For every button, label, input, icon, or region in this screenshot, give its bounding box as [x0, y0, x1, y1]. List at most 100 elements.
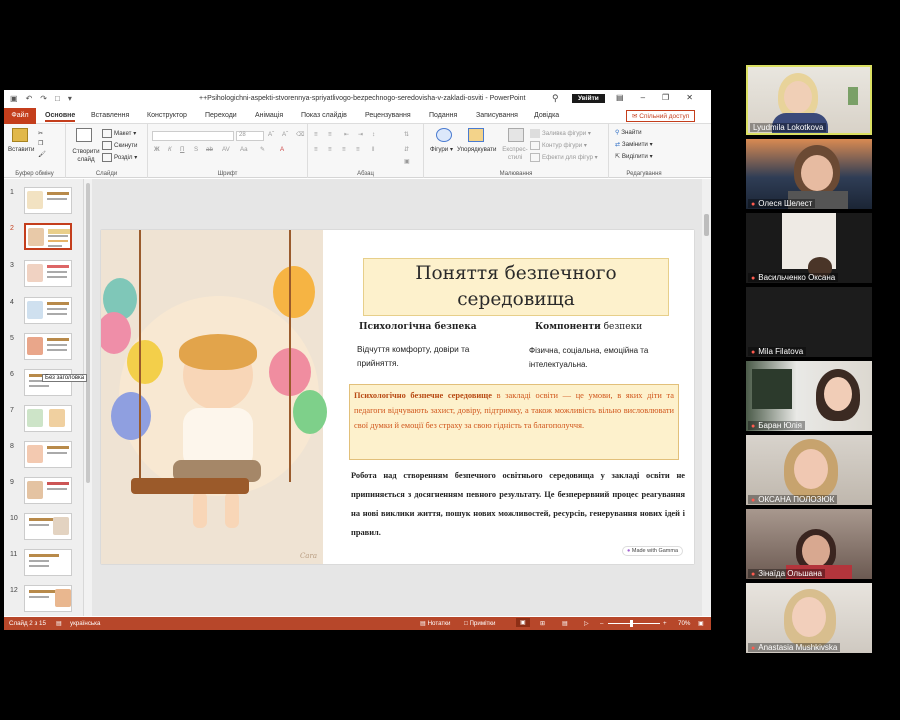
arrange-button[interactable]: Упорядкувати: [457, 146, 496, 153]
justify-icon[interactable]: ≡: [356, 146, 360, 153]
increase-font-icon[interactable]: Aˆ: [268, 131, 274, 138]
notes-button[interactable]: ▤ Нотатки: [420, 620, 450, 627]
minimize-icon[interactable]: –: [641, 93, 645, 102]
tab-animations[interactable]: Анімація: [255, 112, 283, 119]
slide-thumbnail[interactable]: 5: [8, 333, 83, 363]
current-slide[interactable]: Cara Поняття безпечного середовища Психо…: [101, 230, 694, 564]
shape-outline-button[interactable]: Контур фігури ▾: [530, 141, 587, 150]
zoom-out-icon[interactable]: –: [600, 620, 603, 627]
close-icon[interactable]: ✕: [686, 93, 693, 102]
shape-fill-button[interactable]: Заливка фігури ▾: [530, 129, 591, 138]
normal-view-icon[interactable]: ▣: [516, 618, 530, 627]
align-left-icon[interactable]: ≡: [314, 146, 318, 153]
search-icon[interactable]: ⚲: [552, 93, 559, 104]
arrange-icon[interactable]: [468, 128, 484, 142]
slideshow-icon[interactable]: ▷: [584, 620, 589, 627]
participant-tile-active[interactable]: Lyudmila Lokotkova: [746, 65, 872, 135]
columns-icon[interactable]: ‖: [372, 146, 375, 153]
find-button[interactable]: ⚲ Знайти: [615, 129, 642, 136]
tab-design[interactable]: Конструктор: [147, 112, 187, 119]
shapes-icon[interactable]: [436, 128, 452, 142]
shape-effects-button[interactable]: Ефекти для фігур ▾: [530, 153, 598, 162]
tab-review[interactable]: Рецензування: [365, 112, 411, 119]
tab-file[interactable]: Файл: [4, 108, 36, 124]
align-center-icon[interactable]: ≡: [328, 146, 332, 153]
slide-thumbnail[interactable]: 3: [8, 260, 83, 290]
save-icon[interactable]: ▣: [10, 94, 18, 103]
scrollbar-thumb[interactable]: [704, 214, 709, 236]
slide-thumbnail[interactable]: 7: [8, 405, 83, 435]
participant-tile[interactable]: ● Mila Filatova: [746, 287, 872, 357]
slide-thumbnail[interactable]: 12: [8, 585, 83, 615]
bullets-icon[interactable]: ≡: [314, 131, 318, 138]
participant-tile[interactable]: ● Олеся Шелест: [746, 139, 872, 209]
zoom-slider[interactable]: [608, 623, 660, 624]
font-color-icon[interactable]: A: [280, 146, 284, 153]
numbering-icon[interactable]: ≡: [328, 131, 332, 138]
participant-tile[interactable]: ● Anastasia Mushkivska: [746, 583, 872, 653]
tab-home[interactable]: Основне: [45, 112, 76, 122]
align-right-icon[interactable]: ≡: [342, 146, 346, 153]
participant-tile[interactable]: ● Васильченко Оксана: [746, 213, 872, 283]
participant-tile[interactable]: ● Баран Юлія: [746, 361, 872, 431]
text-direction-icon[interactable]: ⇅: [404, 131, 409, 138]
font-size-select[interactable]: 28: [236, 131, 264, 141]
highlight-icon[interactable]: ✎: [260, 146, 265, 153]
new-slide-button[interactable]: Створити слайд: [70, 148, 102, 164]
sign-in-button[interactable]: Увійти: [572, 94, 605, 103]
clear-format-icon[interactable]: ⌫: [296, 131, 305, 138]
copy-icon[interactable]: ❐: [38, 140, 44, 147]
cut-icon[interactable]: ✂: [38, 130, 43, 137]
line-spacing-icon[interactable]: ↕: [372, 131, 375, 138]
slide-title[interactable]: Поняття безпечного середовища: [363, 258, 669, 316]
slide-thumbnail[interactable]: 10: [8, 513, 83, 543]
char-spacing-icon[interactable]: AV: [222, 146, 230, 153]
tab-transitions[interactable]: Переходи: [205, 112, 237, 119]
slide-thumbnail[interactable]: 9: [8, 477, 83, 507]
shadow-icon[interactable]: S: [194, 146, 198, 153]
quick-styles-button[interactable]: Експрес-стилі: [502, 146, 528, 162]
share-button[interactable]: ✉ Спільний доступ: [626, 110, 696, 122]
fit-to-window-icon[interactable]: ▣: [698, 620, 704, 627]
scrollbar-thumb[interactable]: [86, 183, 90, 483]
tab-view[interactable]: Подання: [429, 112, 457, 119]
tab-insert[interactable]: Вставлення: [91, 112, 129, 119]
slide-thumbnail[interactable]: 11: [8, 549, 83, 579]
tab-help[interactable]: Довідка: [534, 112, 559, 119]
layout-button[interactable]: Макет ▾: [102, 129, 136, 138]
language-indicator[interactable]: українська: [70, 620, 100, 627]
quick-styles-icon[interactable]: [508, 128, 524, 142]
strikethrough-icon[interactable]: ab: [206, 146, 213, 153]
italic-icon[interactable]: К: [168, 146, 172, 153]
slide-thumbnail-selected[interactable]: 2: [8, 223, 83, 253]
select-button[interactable]: ⇱ Виділити ▾: [615, 153, 653, 160]
zoom-level[interactable]: 70%: [678, 620, 690, 627]
decrease-font-icon[interactable]: Aˇ: [282, 131, 288, 138]
new-file-icon[interactable]: □: [55, 94, 60, 103]
slide-thumbnail[interactable]: 4: [8, 297, 83, 327]
paste-icon[interactable]: [12, 128, 28, 142]
replace-button[interactable]: ⇄ Замінити ▾: [615, 141, 653, 148]
tab-slideshow[interactable]: Показ слайдів: [301, 112, 347, 119]
align-text-icon[interactable]: ⇵: [404, 146, 409, 153]
smartart-icon[interactable]: ▣: [404, 158, 410, 165]
slide-sorter-icon[interactable]: ⊞: [540, 620, 545, 627]
participant-tile[interactable]: ● ОКСАНА ПОЛОЗЮК: [746, 435, 872, 505]
made-with-gamma-badge[interactable]: ● Made with Gamma: [622, 546, 684, 556]
customize-qat-icon[interactable]: ▾: [68, 94, 72, 103]
thumbnails-scrollbar[interactable]: [84, 179, 92, 616]
increase-indent-icon[interactable]: ⇥: [358, 131, 363, 138]
new-slide-icon[interactable]: [76, 128, 92, 142]
shapes-button[interactable]: Фігури ▾: [430, 146, 453, 153]
spellcheck-icon[interactable]: ▤: [56, 620, 62, 627]
zoom-slider-handle[interactable]: [630, 620, 633, 627]
reading-view-icon[interactable]: ▤: [562, 620, 568, 627]
slide-thumbnail[interactable]: 1: [8, 187, 83, 217]
zoom-in-icon[interactable]: +: [663, 620, 667, 627]
underline-icon[interactable]: П: [180, 146, 184, 153]
restore-icon[interactable]: ❐: [662, 93, 669, 102]
ribbon-display-icon[interactable]: ▤: [616, 93, 624, 102]
decrease-indent-icon[interactable]: ⇤: [344, 131, 349, 138]
slide-scrollbar[interactable]: [702, 179, 711, 616]
comments-button[interactable]: □ Примітки: [464, 620, 495, 627]
